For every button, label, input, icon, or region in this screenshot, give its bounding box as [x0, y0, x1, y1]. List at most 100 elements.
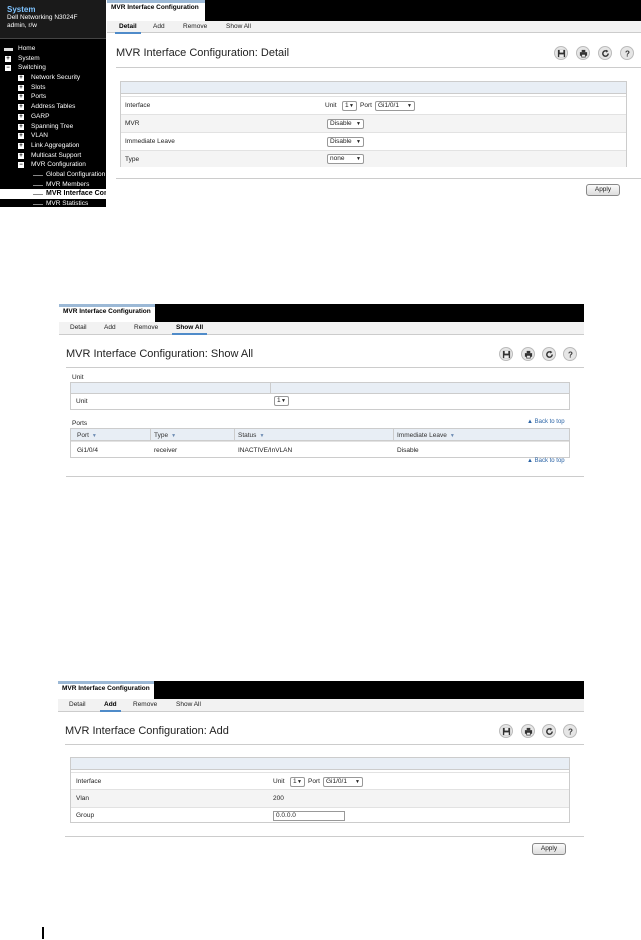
port-select[interactable]: Gi1/0/1 ▼: [323, 777, 363, 787]
group-input[interactable]: 0.0.0.0: [273, 811, 345, 821]
tab-mvr-interface-configuration[interactable]: MVR Interface Configuration: [58, 681, 154, 699]
expand-icon[interactable]: +: [18, 75, 24, 82]
sidebar-item-mvr-statistics[interactable]: MVR Statistics: [0, 199, 106, 207]
sidebar-item-home[interactable]: Home: [0, 44, 106, 54]
collapse-icon[interactable]: −: [18, 162, 24, 169]
save-icon[interactable]: [499, 724, 513, 738]
page-margin-marker: [42, 927, 44, 939]
mvr-select[interactable]: Disable ▼: [327, 119, 364, 129]
back-to-top-link[interactable]: ▲ Back to top: [527, 458, 565, 464]
sidebar-item-label: GARP: [31, 112, 50, 120]
expand-icon[interactable]: +: [18, 94, 24, 101]
type-select[interactable]: none ▼: [327, 154, 364, 164]
column-header-port[interactable]: Port ▼: [77, 432, 97, 439]
save-icon[interactable]: [499, 347, 513, 361]
immediate-leave-select[interactable]: Disable ▼: [327, 137, 364, 147]
up-arrow-icon: ▲: [527, 458, 535, 464]
cell-immediate-leave: Disable: [397, 447, 419, 454]
sidebar-item-garp[interactable]: + GARP: [0, 112, 106, 122]
add-panel: MVR Interface Configuration Detail Add R…: [58, 681, 584, 863]
column-header-status[interactable]: Status ▼: [238, 432, 264, 439]
nav-add[interactable]: Add: [104, 322, 116, 334]
expand-icon[interactable]: +: [18, 133, 24, 140]
save-icon[interactable]: [554, 46, 568, 60]
nav-remove[interactable]: Remove: [183, 21, 207, 33]
sidebar-item-mvr-configuration[interactable]: − MVR Configuration: [0, 160, 106, 170]
expand-icon[interactable]: +: [18, 113, 24, 120]
nav-add[interactable]: Add: [100, 699, 121, 712]
mvr-label: MVR: [125, 120, 140, 127]
page-title: MVR Interface Configuration: Detail: [116, 47, 290, 59]
sidebar-item-slots[interactable]: + Slots: [0, 83, 106, 93]
back-to-top-link[interactable]: ▲ Back to top: [527, 419, 565, 425]
sidebar-item-label: Link Aggregation: [31, 141, 80, 149]
dropdown-caret-icon: ▼: [356, 121, 361, 127]
unit-select[interactable]: 1 ▼: [342, 101, 357, 111]
refresh-icon[interactable]: [598, 46, 612, 60]
port-value: Gi1/0/1: [378, 102, 399, 109]
sidebar-item-label: Network Security: [31, 74, 81, 82]
dropdown-caret-icon: ▼: [356, 156, 361, 162]
nav-detail[interactable]: Detail: [70, 322, 87, 334]
sidebar-item-spanning-tree[interactable]: + Spanning Tree: [0, 122, 106, 132]
sidebar-item-mvr-members[interactable]: MVR Members: [0, 180, 106, 190]
apply-button[interactable]: Apply: [586, 184, 620, 196]
sidebar-item-multicast-support[interactable]: + Multicast Support: [0, 151, 106, 161]
unit-select[interactable]: 1 ▼: [274, 396, 289, 406]
port-select[interactable]: Gi1/0/1 ▼: [375, 101, 415, 111]
sidebar-item-system[interactable]: + System: [0, 54, 106, 64]
sidebar-item-address-tables[interactable]: + Address Tables: [0, 102, 106, 112]
unit-select[interactable]: 1 ▼: [290, 777, 305, 787]
sidebar-item-ports[interactable]: + Ports: [0, 92, 106, 102]
sidebar-item-mvr-interface-configuration[interactable]: MVR Interface Configuration: [0, 189, 106, 199]
expand-icon[interactable]: +: [18, 84, 24, 91]
expand-icon[interactable]: +: [18, 123, 24, 130]
apply-button[interactable]: Apply: [532, 843, 566, 855]
expand-icon[interactable]: +: [18, 104, 24, 111]
nav-remove[interactable]: Remove: [134, 322, 158, 334]
column-label: Status: [238, 432, 257, 439]
tab-mvr-interface-configuration[interactable]: MVR Interface Configuration: [59, 304, 155, 322]
port-label: Port: [360, 102, 372, 109]
nav-remove[interactable]: Remove: [133, 699, 157, 711]
sidebar-item-link-aggregation[interactable]: + Link Aggregation: [0, 141, 106, 151]
print-icon[interactable]: [521, 347, 535, 361]
nav-show-all[interactable]: Show All: [176, 699, 201, 711]
column-header-immediate-leave[interactable]: Immediate Leave ▼: [397, 432, 455, 439]
expand-icon[interactable]: +: [18, 142, 24, 149]
unit-label: Unit: [273, 778, 285, 785]
immediate-leave-row: Immediate Leave Disable ▼: [121, 132, 626, 150]
sidebar-item-label: Switching: [18, 64, 46, 72]
tree-connector: [33, 174, 43, 176]
nav-detail[interactable]: Detail: [115, 21, 141, 34]
refresh-icon[interactable]: [542, 724, 556, 738]
expand-icon[interactable]: +: [18, 152, 24, 159]
help-icon[interactable]: ?: [563, 724, 577, 738]
print-icon[interactable]: [576, 46, 590, 60]
nav-detail[interactable]: Detail: [69, 699, 86, 711]
home-icon: [4, 48, 13, 51]
sidebar-item-switching[interactable]: − Switching: [0, 63, 106, 73]
column-label: Port: [77, 432, 89, 439]
nav-show-all[interactable]: Show All: [171, 322, 208, 335]
refresh-icon[interactable]: [542, 347, 556, 361]
vlan-label: Vlan: [76, 795, 90, 802]
sidebar-item-label: MVR Members: [46, 180, 90, 188]
sidebar-item-label: Ports: [31, 93, 47, 101]
table-row[interactable]: Gi1/0/4 receiver INACTIVE/InVLAN Disable: [71, 441, 569, 458]
column-header-type[interactable]: Type ▼: [154, 432, 176, 439]
sidebar-item-label: MVR Configuration: [31, 161, 86, 169]
help-icon[interactable]: ?: [563, 347, 577, 361]
sidebar-item-network-security[interactable]: + Network Security: [0, 73, 106, 83]
sidebar-item-global-configuration[interactable]: Global Configuration: [0, 170, 106, 180]
nav-show-all[interactable]: Show All: [226, 21, 251, 33]
nav-add[interactable]: Add: [153, 21, 165, 33]
tab-mvr-interface-configuration[interactable]: MVR Interface Configuration: [107, 0, 205, 21]
help-icon[interactable]: ?: [620, 46, 634, 60]
sidebar-item-vlan[interactable]: + VLAN: [0, 131, 106, 141]
collapse-icon[interactable]: −: [5, 65, 11, 72]
sort-icon: ▼: [259, 433, 265, 439]
back-to-top-label: Back to top: [534, 458, 565, 464]
expand-icon[interactable]: +: [5, 55, 11, 62]
print-icon[interactable]: [521, 724, 535, 738]
